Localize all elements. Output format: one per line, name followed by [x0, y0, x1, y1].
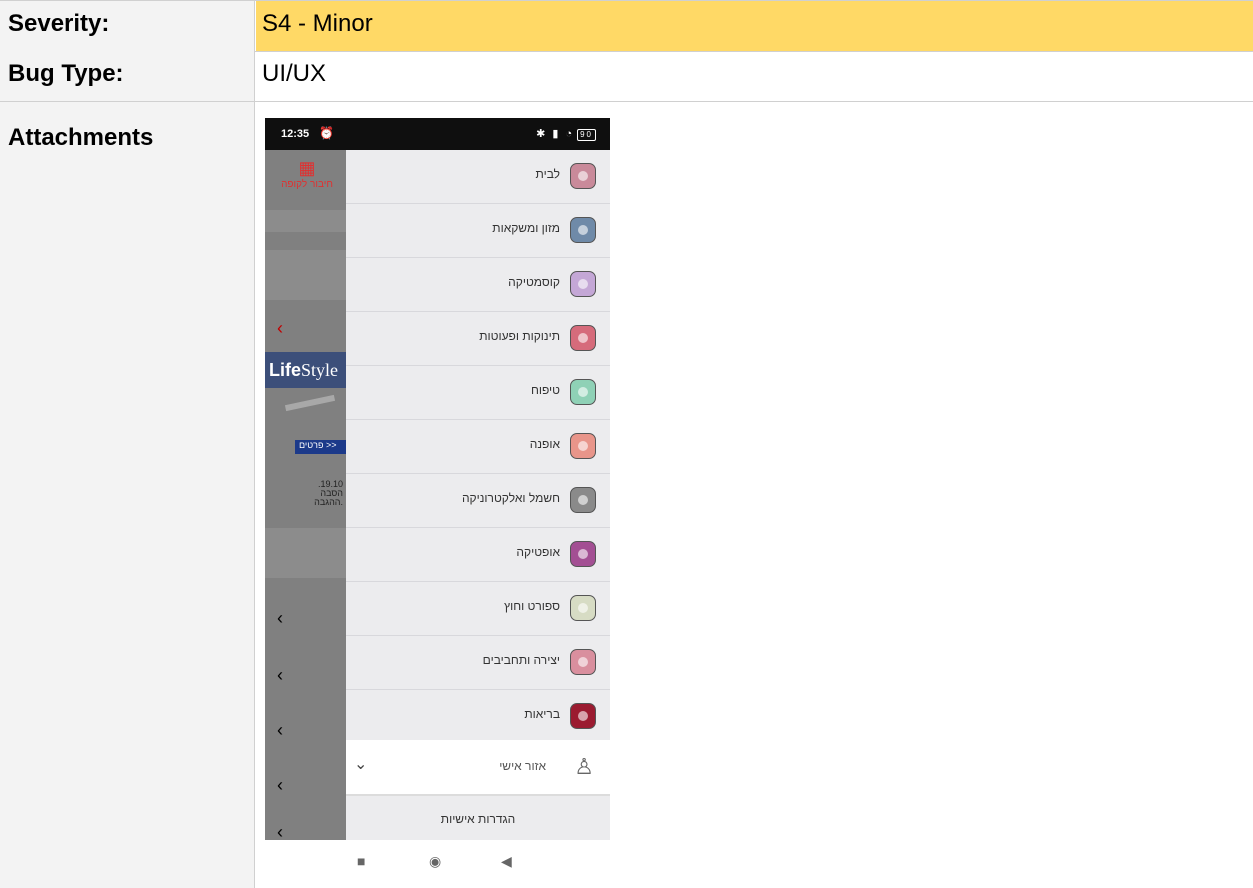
- menu-item-label: חשמל ואלקטרוניקה: [461, 491, 560, 505]
- lifestyle-banner: LifeStyle: [265, 352, 346, 388]
- menu-item-label: תינוקות ופעוטות: [479, 329, 560, 343]
- severity-label: Severity:: [0, 1, 255, 51]
- back-icon[interactable]: ◀: [501, 853, 512, 870]
- menu-item[interactable]: יצירה ותחביבים: [346, 636, 610, 690]
- baby-icon: [570, 325, 596, 351]
- chevron-down-icon: ⌄: [354, 756, 368, 773]
- background-page: ▦ חיבור לקופה ‹ LifeStyle פרטים >> .19.1…: [265, 150, 346, 840]
- cosmetics-icon: [570, 271, 596, 297]
- plane-image: [284, 394, 336, 412]
- bug-type-row: Bug Type: UI/UX: [0, 51, 1253, 102]
- date-snippet: .19.10 הסבה ההגבה.: [314, 479, 343, 507]
- status-icons: ✱ ▮ ◔ 90: [536, 127, 596, 141]
- electronics-icon: [570, 487, 596, 513]
- menu-item[interactable]: טיפוח: [346, 366, 610, 420]
- menu-item-label: טיפוח: [530, 383, 560, 397]
- menu-item[interactable]: ספורט וחוץ: [346, 582, 610, 636]
- home-icon[interactable]: ◉: [429, 853, 441, 870]
- food-drinks-icon: [570, 217, 596, 243]
- bg-band: [265, 210, 346, 232]
- personal-area-label: אזור אישי: [499, 759, 546, 773]
- bug-type-label: Bug Type:: [0, 51, 255, 101]
- attachments-label: Attachments: [0, 102, 255, 888]
- grooming-icon: [570, 379, 596, 405]
- recents-icon[interactable]: ■: [357, 853, 365, 869]
- menu-item[interactable]: חשמל ואלקטרוניקה: [346, 474, 610, 528]
- menu-item[interactable]: קוסמטיקה: [346, 258, 610, 312]
- chevron-left-icon[interactable]: ‹: [277, 608, 283, 629]
- menu-item-label: אופטיקה: [516, 545, 560, 559]
- settings-item[interactable]: הגדרות אישיות: [346, 812, 610, 826]
- crafts-icon: [570, 649, 596, 675]
- severity-row: Severity: S4 - Minor: [0, 0, 1253, 52]
- menu-item-label: יצירה ותחביבים: [482, 653, 560, 667]
- chevron-left-icon[interactable]: ‹: [277, 775, 283, 796]
- menu-item-label: קוסמטיקה: [508, 275, 560, 289]
- menu-item-label: ספורט וחוץ: [504, 599, 560, 613]
- phone-screenshot: 12:35 ⏰ ✱ ▮ ◔ 90 ▦ חיבור לקופה ‹ LifeStyl…: [265, 118, 610, 888]
- sport-icon: [570, 595, 596, 621]
- menu-item-label: לבית: [535, 167, 560, 181]
- health-icon: [570, 703, 596, 729]
- chevron-left-icon[interactable]: ‹: [277, 822, 283, 840]
- chevron-left-icon[interactable]: ‹: [277, 665, 283, 686]
- kupa-button[interactable]: ▦ חיבור לקופה: [277, 158, 337, 190]
- severity-value: S4 - Minor: [256, 1, 1253, 51]
- user-icon: ♙: [574, 754, 594, 779]
- menu-item[interactable]: תינוקות ופעוטות: [346, 312, 610, 366]
- back-chevron-icon[interactable]: ‹: [277, 318, 283, 339]
- menu-item-label: מזון ומשקאות: [492, 221, 560, 235]
- menu-item[interactable]: אופנה: [346, 420, 610, 474]
- kupa-label: חיבור לקופה: [281, 179, 333, 190]
- android-nav-bar: ■ ◉ ◀: [265, 840, 610, 888]
- status-time: 12:35: [281, 128, 310, 140]
- alarm-icon: ⏰: [319, 126, 334, 140]
- menu-item[interactable]: מזון ומשקאות: [346, 204, 610, 258]
- menu-item-label: אופנה: [529, 437, 560, 451]
- chevron-left-icon[interactable]: ‹: [277, 720, 283, 741]
- menu-item-label: בריאות: [524, 707, 560, 721]
- bg-band: [265, 250, 346, 300]
- battery-icon: 90: [577, 129, 596, 141]
- cash-register-icon: ▦: [298, 158, 316, 178]
- menu-item[interactable]: בריאות: [346, 690, 610, 744]
- menu-item[interactable]: לבית: [346, 150, 610, 204]
- details-button[interactable]: פרטים >>: [295, 440, 346, 454]
- personal-area-item[interactable]: ⌄ אזור אישי ♙: [346, 740, 610, 796]
- attachments-row: Attachments: [0, 102, 1253, 888]
- optics-icon: [570, 541, 596, 567]
- home-goods-icon: [570, 163, 596, 189]
- status-bar: 12:35 ⏰ ✱ ▮ ◔ 90: [265, 118, 610, 150]
- bg-band: [265, 528, 346, 578]
- menu-item[interactable]: אופטיקה: [346, 528, 610, 582]
- side-menu: לבית מזון ומשקאות קוסמטיקה תינוקות ופעוטות ט…: [346, 150, 610, 840]
- bug-type-value: UI/UX: [262, 60, 327, 87]
- fashion-icon: [570, 433, 596, 459]
